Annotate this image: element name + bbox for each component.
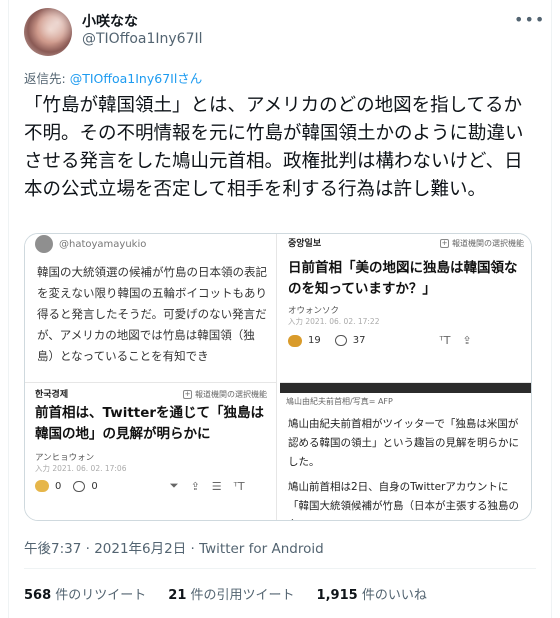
article-paragraph-1: 鳩山由紀夫前首相がツイッターで「独島は米国が認める韓国の領土」という趣旨の見解を… [288,418,519,468]
article-author: オウォンソク [288,306,340,316]
retweets-stat[interactable]: 568 件のリツイート [24,584,146,603]
engagement-stats: 568 件のリツイート 21 件の引用ツイート 1,915 件のいいね [24,584,427,603]
likes-label: 件のいいね [361,588,427,603]
media-divider [276,234,280,520]
reply-target-link[interactable]: @TIOffoa1Iny67Ilさん [70,71,203,86]
hato-header: @hatoyamayukio [35,235,147,253]
author-name[interactable]: 小咲なな [82,11,138,31]
photo-strip [280,383,531,393]
divider [24,568,536,569]
share-icon: ⇪ [190,479,200,493]
quotes-label: 件の引用ツイート [190,588,295,603]
reaction-count: 19 [308,335,321,346]
media-grid[interactable]: @hatoyamayukio 韓国の大統領選の候補が竹島の日本領の表記を変えない… [24,233,532,521]
list-icon: ☰ [211,479,222,493]
more-options-icon[interactable]: ••• [514,10,545,29]
share-icon: ⇪ [462,334,472,347]
comment-icon [73,480,86,492]
author-avatar[interactable] [24,8,72,56]
comment-count: 37 [352,335,366,346]
selection-icon: + [183,390,192,399]
retweets-label: 件のリツイート [55,588,147,603]
media-image-hankyung-article[interactable]: 한국경제 + 報道機関の選択機能 前首相は、Twitterを通じて「独島は韓国の… [25,382,276,520]
likes-count: 1,915 [316,588,358,603]
author-handle[interactable]: @TIOffoa1Iny67Il [82,31,203,47]
news-source-hankyung: 한국경제 [35,390,69,400]
reaction-emoji-icon [288,334,302,347]
article-paragraph-2: 鳩山前首相は2日、自身のTwitterアカウントに「韓国大統領候補が竹島（日本が… [288,481,519,520]
media-image-hatoyama-tweet[interactable]: @hatoyamayukio 韓国の大統領選の候補が竹島の日本領の表記を変えない… [25,234,276,382]
quotes-count: 21 [168,588,187,603]
selection-icon: + [440,239,449,248]
likes-stat[interactable]: 1,915 件のいいね [317,584,427,603]
article-headline: 日前首相「美の地図に独島は韓国領なのを知っていますか？」 [288,260,518,297]
reply-prefix: 返信先: [24,71,66,86]
media-image-afp-article[interactable]: 鳩山由紀夫前首相/写真= AFP 鳩山由紀夫前首相がツイッターで「独島は米国が認… [280,382,531,520]
tweet-timestamp[interactable]: 午後7:37 · 2021年6月2日 · Twitter for Android [24,537,324,557]
selection-text: 報道機関の選択機能 [452,239,524,248]
article-date: 入力 2021. 06. 02. 17:06 [35,464,127,473]
retweets-count: 568 [24,588,52,603]
comment-icon [334,335,347,346]
news-source-joongang: 중앙일보 [288,239,322,249]
selection-label: + 報道機関の選択機能 [440,238,524,249]
tweet-text: 「竹島が韓国領土」とは、アメリカのどの地図を指してるか不明。その不明情報を元に竹… [24,95,524,200]
selection-text: 報道機関の選択機能 [195,390,267,399]
hato-handle: @hatoyamayukio [59,238,147,250]
media-image-joongang-article[interactable]: 중앙일보 + 報道機関の選択機能 日前首相「美の地図に独島は韓国領なのを知ってい… [280,234,531,382]
article-actions: 0 0 ⏷ ⇪ ☰ ᵀT [35,479,245,493]
article-author: アンヒョウォン [35,453,95,463]
comment-count: 0 [91,480,98,492]
font-size-icon: ᵀT [233,479,245,493]
reaction-emoji-icon [35,480,49,492]
filter-icon: ⏷ [169,479,179,492]
quotes-stat[interactable]: 21 件の引用ツイート [168,584,294,603]
font-size-icon: ᵀT [439,334,451,347]
hato-tweet-body: 韓国の大統領選の候補が竹島の日本領の表記を変えない限り韓国の五輪ボイコットもあり… [37,265,267,363]
article-headline: 前首相は、Twitterを通じて「独島は韓国の地」の見解が明らかに [35,405,265,442]
reply-to-line: 返信先: @TIOffoa1Iny67Ilさん [24,68,202,87]
selection-label: + 報道機関の選択機能 [183,389,267,400]
photo-caption: 鳩山由紀夫前首相/写真= AFP [286,397,393,406]
article-actions: 19 37 ᵀT ⇪ [288,334,472,347]
reaction-count: 0 [55,480,62,492]
hato-avatar [35,235,53,253]
article-date: 入力 2021. 06. 02. 17:22 [288,317,380,326]
